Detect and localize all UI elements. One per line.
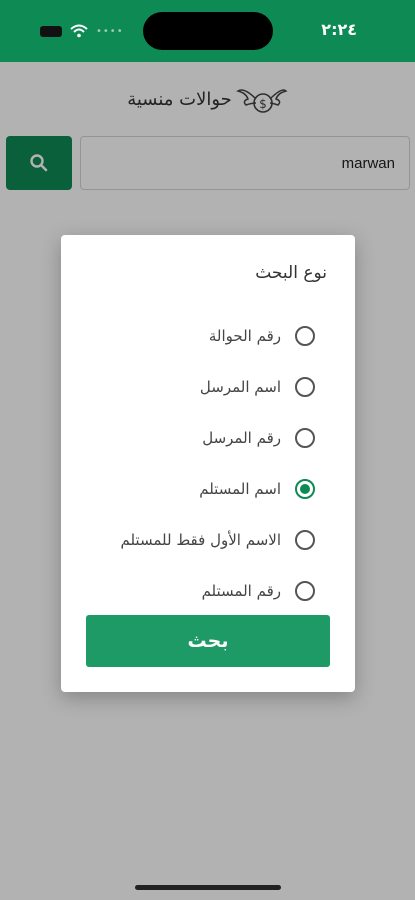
status-icons: •••• (40, 24, 124, 38)
option-receiver-first-name[interactable]: الاسم الأول فقط للمستلم (61, 514, 355, 565)
option-label: رقم المرسل (202, 428, 281, 447)
search-type-options: رقم الحوالة اسم المرسل رقم المرسل اسم ال… (61, 310, 355, 616)
option-label: رقم المستلم (201, 581, 281, 600)
option-receiver-name[interactable]: اسم المستلم (61, 463, 355, 514)
home-indicator (135, 885, 281, 890)
option-sender-name[interactable]: اسم المرسل (61, 361, 355, 412)
dynamic-island (143, 12, 273, 50)
radio-button[interactable] (295, 376, 315, 397)
search-type-dialog: نوع البحث رقم الحوالة اسم المرسل رقم الم… (61, 235, 355, 692)
battery-icon (40, 25, 62, 37)
radio-button[interactable] (295, 580, 315, 601)
wifi-icon (70, 24, 88, 38)
radio-button[interactable] (295, 529, 315, 550)
radio-button-selected[interactable] (295, 478, 315, 499)
signal-icon: •••• (96, 25, 124, 37)
dialog-title: نوع البحث (255, 263, 327, 283)
radio-selected-dot (300, 483, 310, 494)
option-label: اسم المرسل (199, 377, 281, 396)
status-bar: •••• ٢:٢٤ (0, 0, 415, 62)
option-receiver-number[interactable]: رقم المستلم (61, 565, 355, 616)
radio-button[interactable] (295, 325, 315, 346)
status-time: ٢:٢٤ (321, 20, 357, 39)
option-label: الاسم الأول فقط للمستلم (120, 530, 281, 549)
option-label: رقم الحوالة (208, 326, 281, 345)
option-sender-number[interactable]: رقم المرسل (61, 412, 355, 463)
search-submit-button[interactable]: بحث (86, 615, 330, 667)
option-transfer-number[interactable]: رقم الحوالة (61, 310, 355, 361)
option-label: اسم المستلم (199, 479, 281, 498)
radio-button[interactable] (295, 427, 315, 448)
